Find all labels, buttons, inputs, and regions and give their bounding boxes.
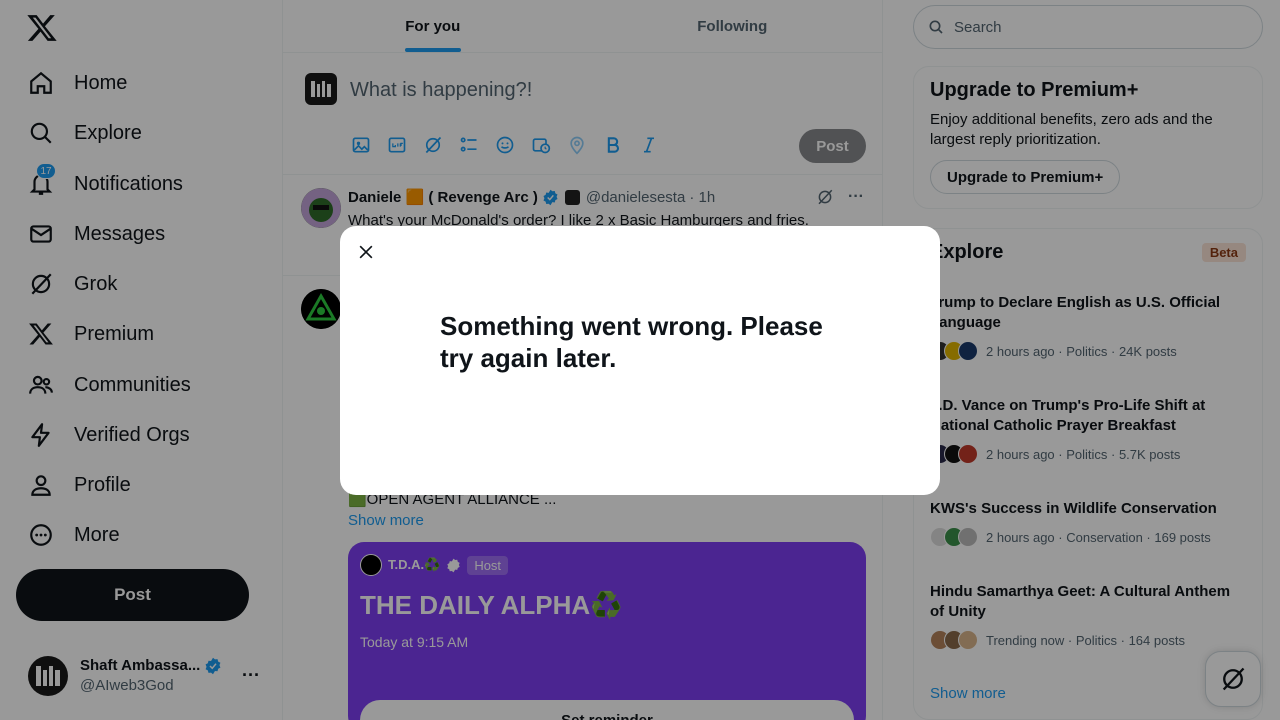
close-icon <box>356 242 376 262</box>
error-dialog: Something went wrong. Please try again l… <box>340 226 940 495</box>
error-message: Something went wrong. Please try again l… <box>440 311 823 373</box>
close-button[interactable] <box>352 238 380 266</box>
